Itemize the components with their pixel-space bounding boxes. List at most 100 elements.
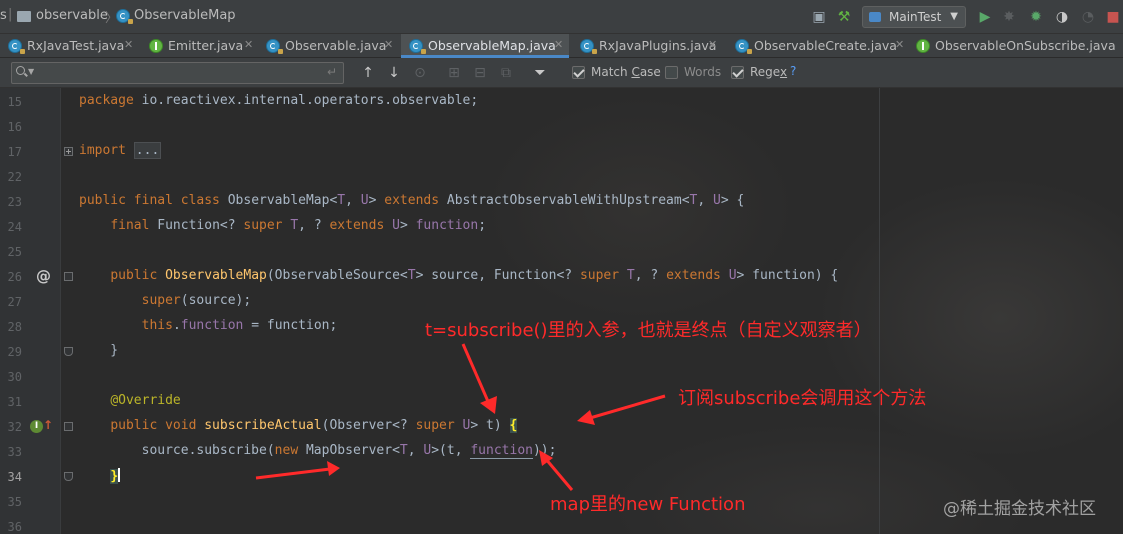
code-text: this.function = function;	[141, 318, 338, 333]
code-text: public final class ObservableMap<T, U> e…	[79, 193, 745, 208]
line-number: 22	[7, 170, 22, 184]
code-line: 24 final Function<? super T, ? extends U…	[0, 215, 1123, 240]
class-icon	[266, 39, 283, 54]
tab-observablemap[interactable]: ObservableMap.java ✕	[401, 34, 569, 58]
add-selection-icon[interactable]: ⊞	[444, 63, 464, 83]
navigation-bar: s | observable 〉 ObservableMap ▣ ⚒ MainT…	[0, 0, 1123, 34]
regex-checkbox[interactable]	[731, 66, 744, 79]
breadcrumb-separator: |	[8, 7, 13, 22]
regex-help-link[interactable]: ?	[790, 64, 796, 78]
tab-label: ObservableOnSubscribe.java	[935, 38, 1116, 53]
close-icon[interactable]: ✕	[895, 38, 904, 51]
breadcrumb-class[interactable]: ObservableMap	[134, 8, 236, 23]
interface-icon	[149, 39, 163, 53]
folder-icon	[17, 11, 31, 22]
search-input[interactable]	[42, 64, 326, 84]
up-arrow-icon[interactable]: ↑	[43, 418, 53, 432]
line-number: 32	[7, 420, 22, 434]
fold-collapse-icon[interactable]	[64, 422, 73, 431]
breadcrumb-root[interactable]: s	[0, 8, 7, 23]
attach-icon[interactable]: ◔	[1077, 6, 1099, 28]
tab-label: ObservableMap.java	[428, 38, 556, 53]
code-line: 26 @ public ObservableMap(ObservableSour…	[0, 265, 1123, 290]
code-text: @Override	[110, 393, 181, 408]
class-icon	[735, 39, 752, 54]
fold-expand-icon[interactable]	[64, 147, 73, 156]
match-case-label: Match Case	[591, 65, 661, 79]
close-icon[interactable]: ✕	[554, 38, 563, 51]
words-label: Words	[684, 65, 722, 79]
overriding-method-icon[interactable]: @	[36, 267, 51, 285]
code-line: 31 @Override	[0, 390, 1123, 415]
words-checkbox[interactable]	[665, 66, 678, 79]
search-field[interactable]: ▼ ↵	[11, 62, 344, 84]
select-all-occurrences-icon[interactable]: ⊙	[410, 63, 430, 83]
code-line: 29 }	[0, 340, 1123, 365]
watermark: @稀土掘金技术社区	[943, 499, 1096, 519]
fold-end-icon[interactable]	[64, 472, 73, 481]
class-icon	[116, 9, 133, 24]
close-icon[interactable]: ✕	[708, 38, 717, 51]
param-annotation: t=subscribe()里的入参，也就是终点（自定义观察者）	[425, 320, 872, 341]
code-line: 17 import ...	[0, 140, 1123, 165]
layout-icon[interactable]: ▣	[808, 6, 830, 28]
class-icon	[8, 39, 25, 54]
line-number: 16	[7, 120, 22, 134]
build-hammer-icon[interactable]: ⚒	[833, 6, 855, 28]
code-line: 30	[0, 365, 1123, 390]
fold-collapse-icon[interactable]	[64, 272, 73, 281]
search-history-caret-icon[interactable]: ▼	[28, 67, 34, 76]
chevron-down-icon: ▼	[950, 11, 958, 22]
implements-method-icon[interactable]: I	[30, 420, 43, 433]
tab-observablecreate[interactable]: ObservableCreate.java ✕	[727, 34, 910, 58]
tab-rxjavatest[interactable]: RxJavaTest.java ✕	[0, 34, 137, 58]
line-number: 27	[7, 295, 22, 309]
line-number: 17	[7, 145, 22, 159]
line-number: 23	[7, 195, 22, 209]
run-config-icon	[869, 12, 881, 22]
code-line: 23 public final class ObservableMap<T, U…	[0, 190, 1123, 215]
line-number: 25	[7, 245, 22, 259]
profiler-icon[interactable]: ◑	[1051, 6, 1073, 28]
line-number: 15	[7, 95, 22, 109]
text-caret	[118, 468, 121, 482]
stop-icon[interactable]: ■	[1102, 6, 1123, 28]
match-case-checkbox[interactable]	[572, 66, 585, 79]
code-line: 27 super(source);	[0, 290, 1123, 315]
code-line: 32 I ↑ public void subscribeActual(Obser…	[0, 415, 1123, 440]
code-text: super(source);	[141, 293, 252, 308]
newline-icon[interactable]: ↵	[327, 65, 337, 79]
next-occurrence-icon[interactable]: ↓	[384, 63, 404, 83]
debug-icon[interactable]: ✸	[998, 6, 1020, 28]
tab-label: ObservableCreate.java	[754, 38, 897, 53]
code-editor[interactable]: 15 package io.reactivex.internal.operato…	[0, 88, 1123, 534]
run-icon[interactable]: ▶	[974, 6, 996, 28]
class-icon	[409, 39, 426, 54]
tab-label: Observable.java	[285, 38, 387, 53]
remove-selection-icon[interactable]: ⊟	[470, 63, 490, 83]
close-icon[interactable]: ✕	[384, 38, 393, 51]
line-number: 34	[7, 470, 22, 484]
previous-occurrence-icon[interactable]: ↑	[358, 63, 378, 83]
tab-label: RxJavaPlugins.java	[599, 38, 717, 53]
close-icon[interactable]: ✕	[244, 38, 253, 51]
find-bar: ▼ ↵ ↑ ↓ ⊙ ⊞ ⊟ ⧉ ⏷ Match Case Words Regex…	[0, 58, 1123, 88]
coverage-bug-icon[interactable]: ✹	[1025, 6, 1047, 28]
tab-rxjavaplugins[interactable]: RxJavaPlugins.java ✕	[572, 34, 721, 58]
multi-select-icon[interactable]: ⧉	[496, 63, 516, 83]
code-text: }	[110, 468, 121, 484]
close-icon[interactable]: ✕	[124, 38, 133, 51]
interface-icon	[916, 39, 930, 53]
line-number: 24	[7, 220, 22, 234]
fold-end-icon[interactable]	[64, 347, 73, 356]
code-text: }	[79, 343, 119, 358]
tab-observableonsubscribe[interactable]: ObservableOnSubscribe.java	[908, 34, 1123, 58]
breadcrumb-package[interactable]: observable	[36, 8, 108, 23]
run-configuration-select[interactable]: MainTest ▼	[862, 6, 966, 28]
code-line: 22	[0, 165, 1123, 190]
tab-emitter[interactable]: Emitter.java ✕	[141, 34, 258, 58]
tab-observable[interactable]: Observable.java ✕	[258, 34, 398, 58]
filter-icon[interactable]: ⏷	[530, 63, 550, 83]
code-line: 25	[0, 240, 1123, 265]
map-function-annotation: map里的new Function	[550, 494, 746, 515]
